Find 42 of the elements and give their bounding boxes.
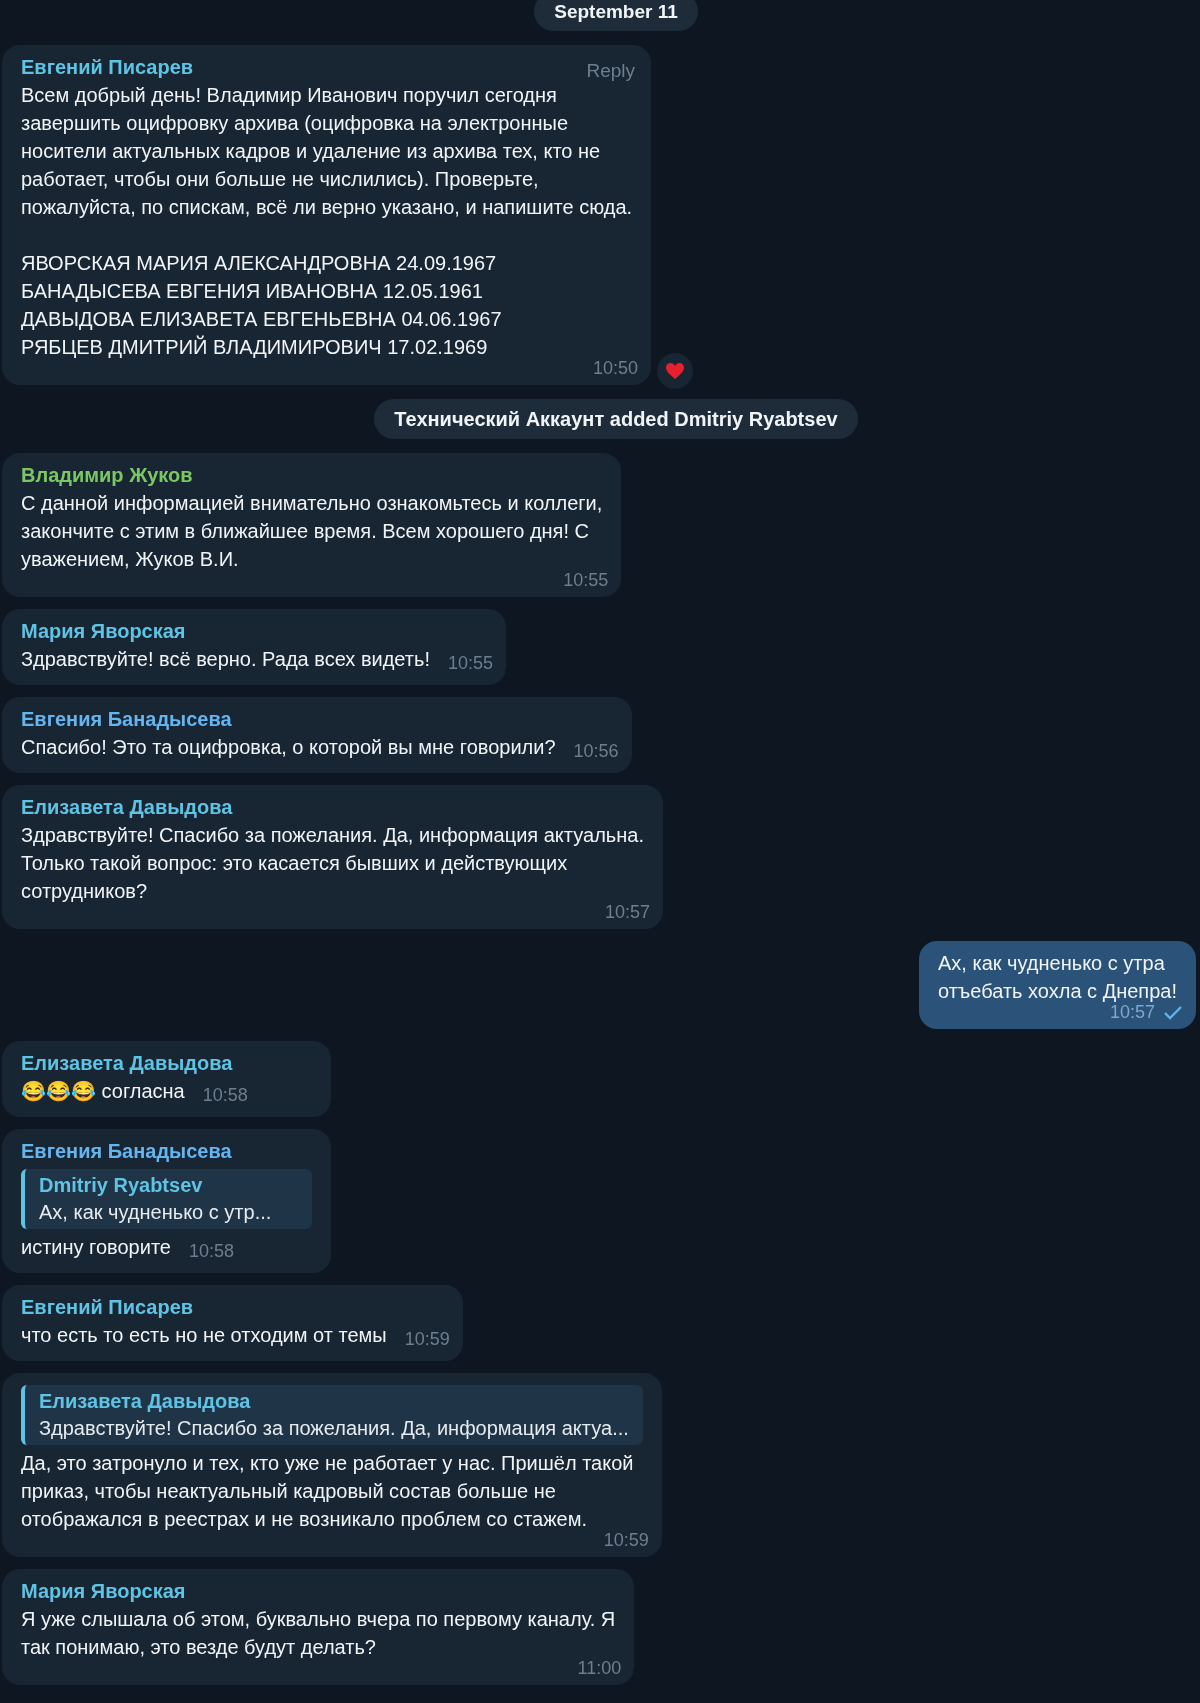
- message-text: 😂😂😂 согласна: [21, 1078, 185, 1104]
- message-time: 10:57: [604, 901, 650, 924]
- quoted-text: Здравствуйте! Спасибо за пожелания. Да, информация актуа...: [39, 1415, 629, 1441]
- message-text: Я уже слышала об этом, буквально вчера по первому каналу. Я так понимаю, это везде будут делать?: [21, 1606, 616, 1660]
- message-text: Да, это затронуло и тех, кто уже не работает у нас. Пришёл такой приказ, чтобы неактуальный кадровый состав больше не отображался в реестрах и не возникало проблем со стажем.: [21, 1450, 635, 1532]
- sender-name: Евгений Писарев: [21, 1295, 194, 1318]
- message-time: 10:56: [573, 739, 619, 763]
- service-message: Технический Аккаунт added Dmitriy Ryabtsev: [374, 398, 858, 439]
- message-time: 10:55: [447, 651, 493, 675]
- message-text: что есть то есть но не отходим от темы: [21, 1322, 387, 1348]
- message-time: 10:57: [1109, 1002, 1155, 1024]
- sender-name: Елизавета Давыдова: [21, 1051, 233, 1074]
- quoted-sender: Dmitriy Ryabtsev: [39, 1172, 204, 1198]
- message-text: Здравствуйте! Спасибо за пожелания. Да, информация актуальна. Только такой вопрос: это касается бывших и действующих сотрудников?: [21, 822, 644, 904]
- sender-name: Владимир Жуков: [21, 463, 193, 486]
- sender-name: Евгений Писарев: [21, 55, 194, 78]
- sender-name: Елизавета Давыдова: [21, 795, 233, 818]
- sender-name: Евгения Банадысева: [21, 1139, 232, 1162]
- reply-quote[interactable]: Елизавета Давыдова Здравствуйте! Спасибо за пожелания. Да, информация актуа...: [21, 1384, 643, 1445]
- date-badge: September 11: [534, 0, 698, 31]
- sender-name: Мария Яворская: [21, 619, 186, 642]
- message-time: 11:00: [577, 1657, 622, 1680]
- heart-icon: [665, 361, 686, 380]
- sender-name: Мария Яворская: [21, 1579, 186, 1602]
- message-text: С данной информацией внимательно ознакомьтесь и коллеги, закончите с этим в ближайшее время. Всем хорошего дня! С уважением, Жуков В.И.: [21, 490, 603, 572]
- reply-action[interactable]: Reply: [586, 56, 636, 85]
- message-time: 10:59: [603, 1529, 649, 1552]
- message-text: истину говорите: [21, 1234, 171, 1260]
- message-text: Ах, как чудненько с утра отъебать хохла с Днепра!: [938, 950, 1177, 1004]
- message-time: 10:59: [404, 1327, 450, 1351]
- message-text: Всем добрый день! Владимир Иванович поручил сегодня завершить оцифровку архива (оцифровка на электронные носители актуальных кадров и удаление из архива тех, кто не работает, чтобы они больше не числились). Проверьте, пожалуйста, по спискам, всё ли верно указано, и напишите сюда. ЯВОРСКАЯ МАРИЯ АЛЕКСАНДРОВНА 24.09.1967 БАНАДЫСЕВА ЕВГЕНИЯ ИВАНОВНА 12.05.1961 ДАВЫДОВА ЕЛИЗАВЕТА ЕВГЕНЬЕВНА 04.06.1967 РЯБЦЕВ ДМИТРИЙ ВЛАДИМИРОВИЧ 17.02.1969: [21, 82, 633, 360]
- message-time: 10:50: [593, 357, 639, 380]
- message-text: Здравствуйте! всё верно. Рада всех видеть!: [21, 646, 430, 672]
- message-time: 10:58: [202, 1083, 248, 1107]
- reply-quote[interactable]: Dmitriy Ryabtsev Ах, как чудненько с утр...: [21, 1168, 312, 1229]
- message-time: 10:58: [188, 1239, 234, 1263]
- message-text: Спасибо! Это та оцифровка, о которой вы мне говорили?: [21, 734, 556, 760]
- quoted-sender: Елизавета Давыдова: [39, 1388, 252, 1414]
- heart-reaction[interactable]: [657, 352, 694, 389]
- message-time: 10:55: [563, 569, 609, 592]
- quoted-text: Ах, как чудненько с утр...: [39, 1199, 273, 1225]
- sender-name: Евгения Банадысева: [21, 707, 232, 730]
